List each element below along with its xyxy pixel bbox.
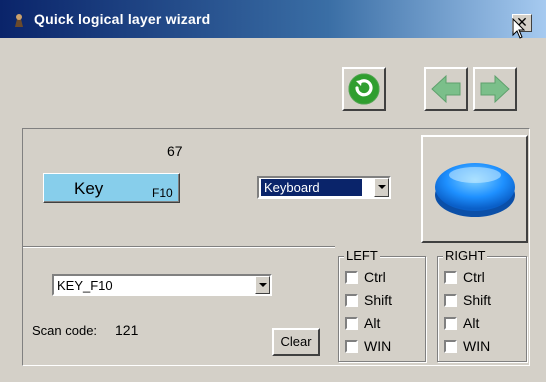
panel-divider <box>23 246 335 248</box>
checkbox-box[interactable] <box>345 317 358 330</box>
checkbox-label: Alt <box>463 315 480 331</box>
checkbox-box[interactable] <box>444 271 457 284</box>
arrow-right-icon <box>480 74 510 104</box>
checkbox-box[interactable] <box>444 340 457 353</box>
checkbox-label: Ctrl <box>463 269 485 285</box>
forward-button[interactable] <box>473 67 517 111</box>
device-select[interactable]: Keyboard <box>257 176 391 199</box>
left-modifiers-group: LEFT Ctrl Shift Alt WIN <box>338 248 426 362</box>
chevron-down-icon[interactable] <box>255 276 270 294</box>
key-code-select[interactable]: KEY_F10 <box>52 274 272 296</box>
arrow-left-icon <box>431 74 461 104</box>
action-button[interactable] <box>421 135 528 243</box>
mouse-cursor-icon <box>512 18 526 39</box>
wizard-window: Quick logical layer wizard ✕ 67 Key F10 … <box>0 0 546 382</box>
refresh-button[interactable] <box>342 67 386 111</box>
checkbox-label: WIN <box>463 338 491 354</box>
scan-code-label: Scan code: <box>32 323 98 338</box>
left-group-title: LEFT <box>344 248 380 263</box>
checkbox-box[interactable] <box>444 294 457 307</box>
clear-button[interactable]: Clear <box>272 328 320 356</box>
checkbox-label: WIN <box>364 338 392 354</box>
key-sublabel: F10 <box>152 186 173 200</box>
checkbox-label: Ctrl <box>364 269 386 285</box>
window-title: Quick logical layer wizard <box>34 11 211 27</box>
key-label: Key <box>74 179 104 198</box>
scan-code-value: 121 <box>115 322 139 338</box>
key-count: 67 <box>167 143 183 159</box>
app-icon <box>15 14 23 27</box>
key-code-value: KEY_F10 <box>57 278 113 293</box>
checkbox-box[interactable] <box>444 317 457 330</box>
blue-round-button-icon <box>435 163 515 217</box>
right-group-title: RIGHT <box>443 248 488 263</box>
title-bar[interactable]: Quick logical layer wizard ✕ <box>0 0 546 39</box>
device-select-value: Keyboard <box>260 178 363 197</box>
refresh-icon <box>348 73 380 105</box>
checkbox-box[interactable] <box>345 340 358 353</box>
checkbox-label: Shift <box>364 292 393 308</box>
key-button[interactable]: Key F10 <box>43 173 180 203</box>
checkbox-label: Alt <box>364 315 381 331</box>
checkbox-label: Shift <box>463 292 492 308</box>
right-modifiers-group: RIGHT Ctrl Shift Alt WIN <box>437 248 527 362</box>
checkbox-box[interactable] <box>345 271 358 284</box>
checkbox-box[interactable] <box>345 294 358 307</box>
back-button[interactable] <box>424 67 468 111</box>
chevron-down-icon[interactable] <box>374 178 389 197</box>
